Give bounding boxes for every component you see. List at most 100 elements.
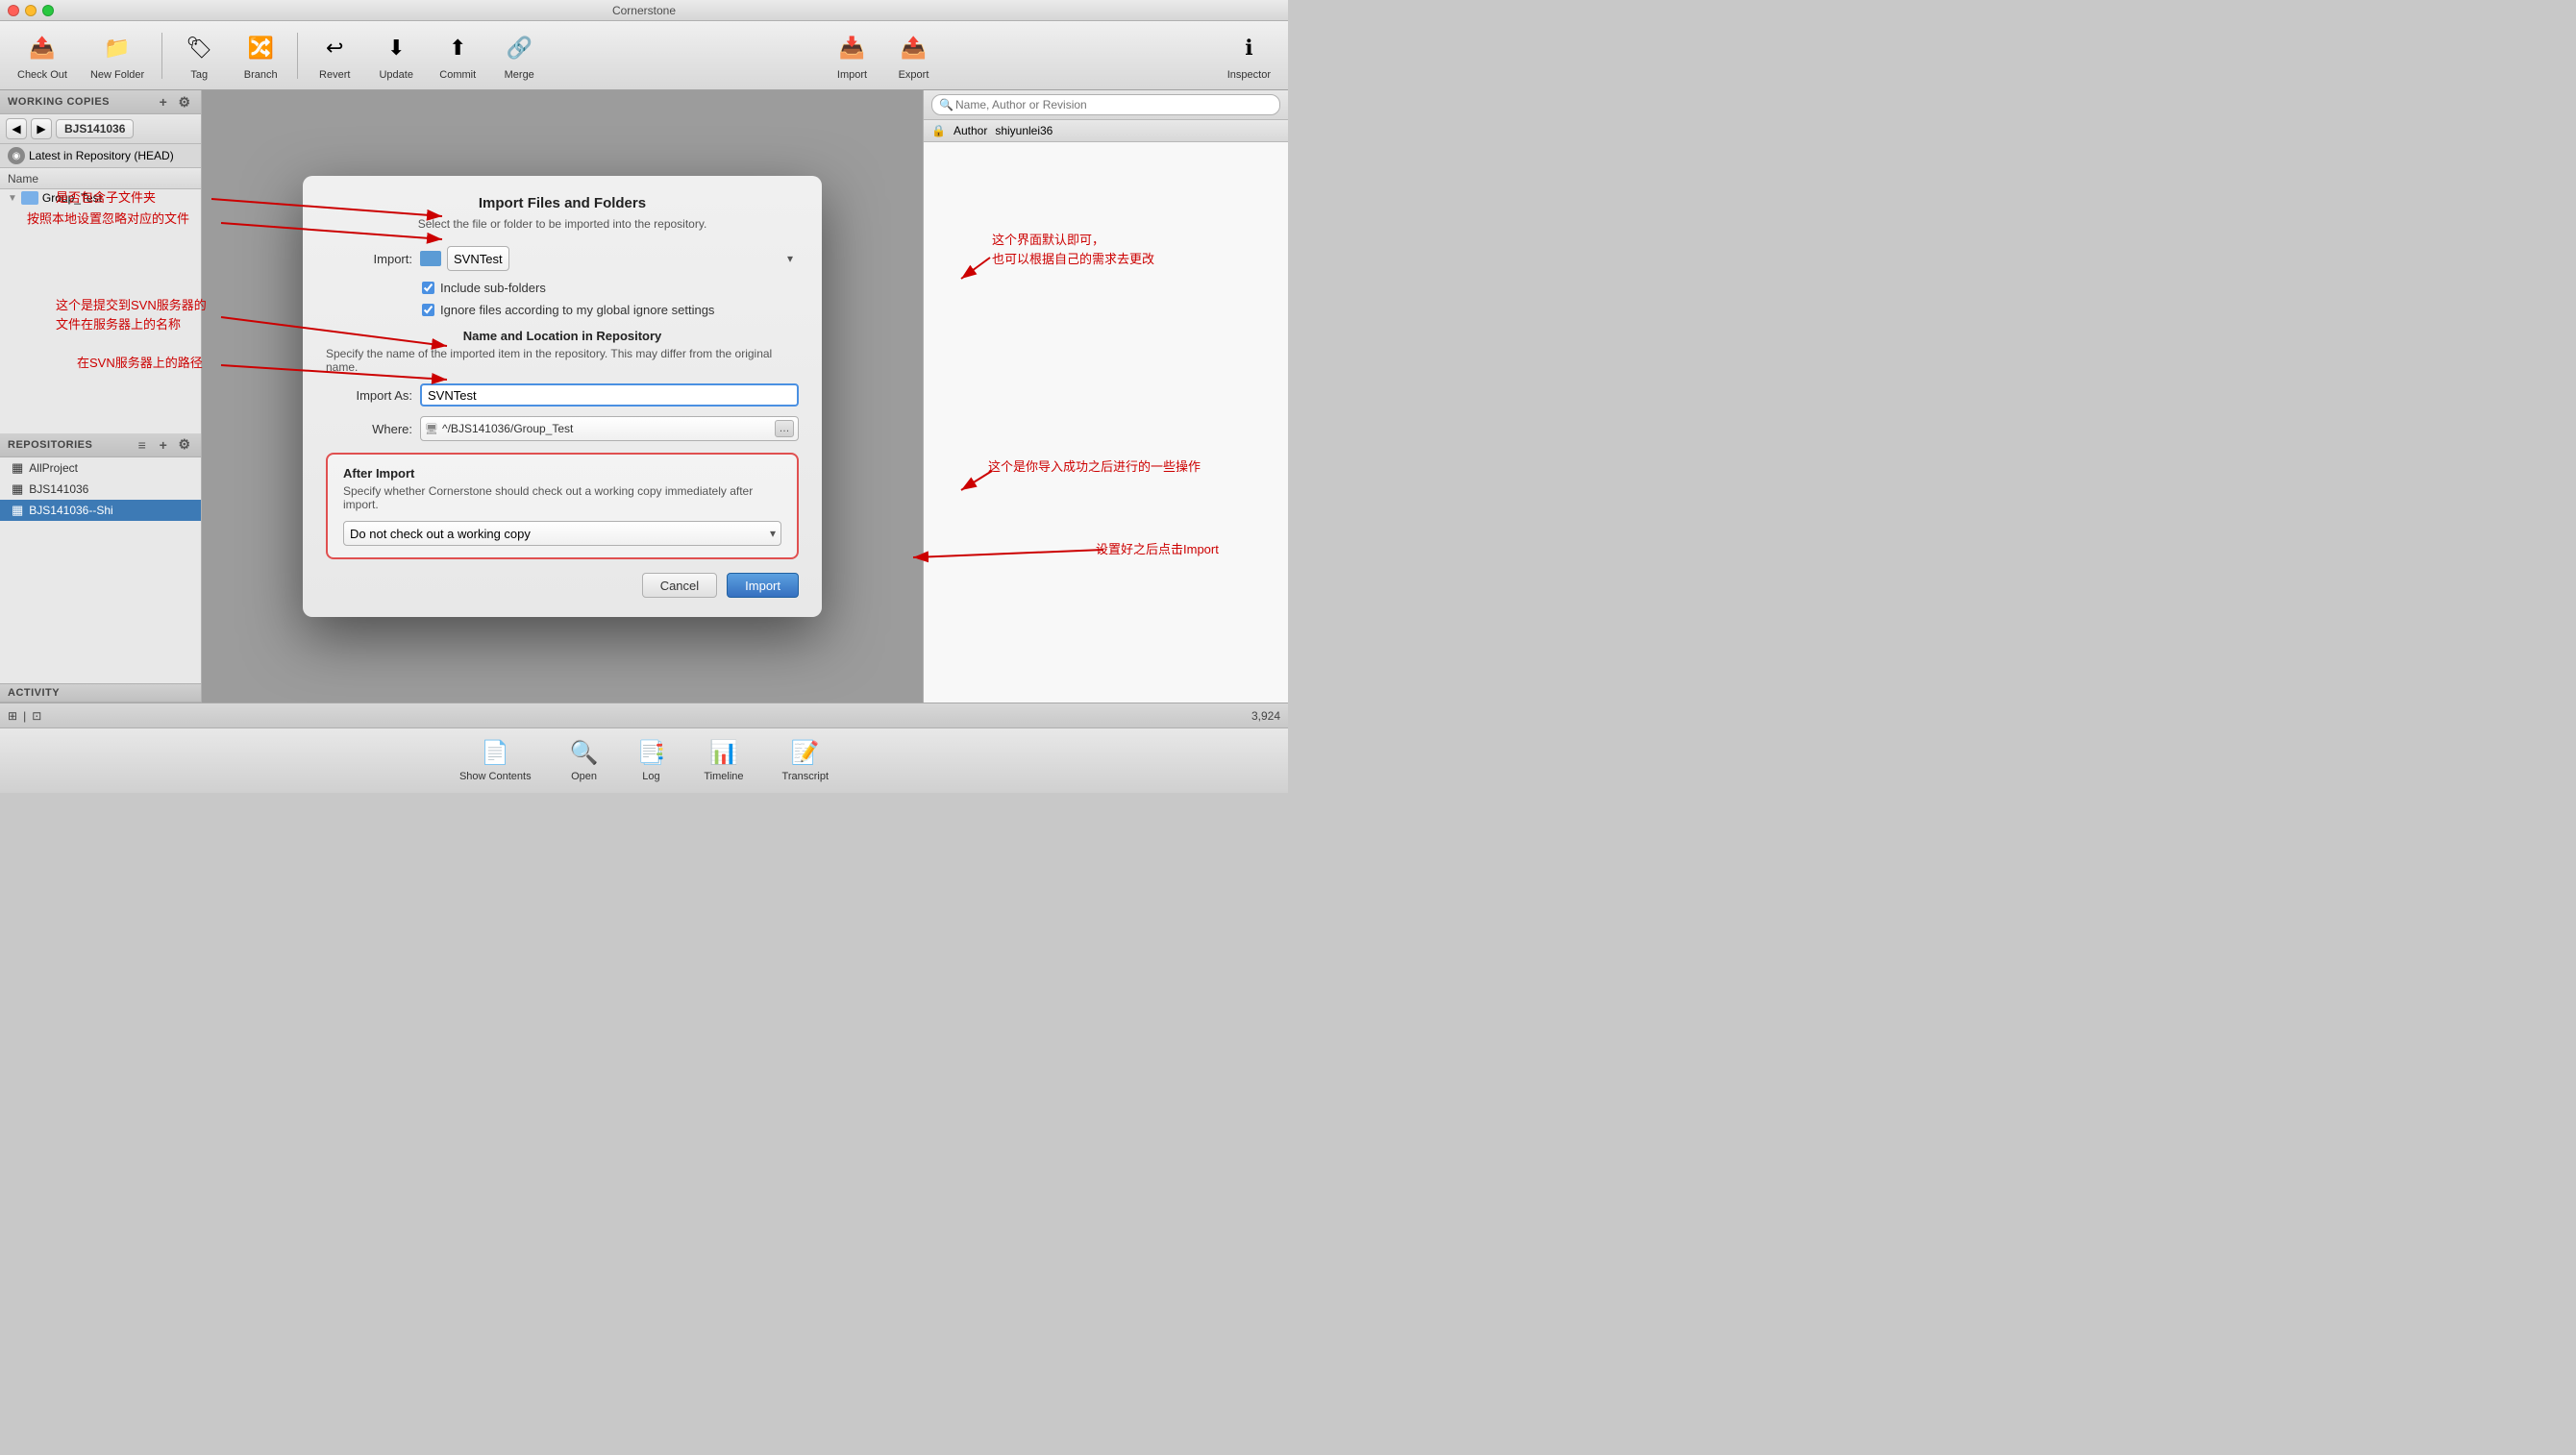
where-field: 🖥 ^/BJS141036/Group_Test … [420, 416, 799, 441]
activity-label: ACTIVITY [8, 687, 60, 699]
show-contents-label: Show Contents [459, 771, 532, 782]
working-copy-settings-button[interactable]: ⚙ [176, 93, 193, 111]
tag-button[interactable]: 🏷 Tag [170, 27, 228, 85]
repositories-label: REPOSITORIES [8, 439, 92, 451]
latest-label: Latest in Repository (HEAD) [29, 149, 174, 162]
status-expand-icon[interactable]: ⊞ [8, 709, 17, 723]
folder-icon-small [420, 251, 441, 266]
merge-icon: 🔗 [502, 31, 536, 65]
author-label: Author [954, 124, 987, 137]
include-subfolders-checkbox[interactable] [422, 282, 434, 294]
ignore-files-checkbox[interactable] [422, 304, 434, 316]
file-column-header: Name [0, 168, 201, 189]
import-as-input[interactable] [420, 383, 799, 407]
window-controls[interactable] [8, 5, 54, 16]
status-count-value: 3,924 [1251, 709, 1280, 723]
repo-settings-button[interactable]: ⚙ [176, 436, 193, 454]
navigation-bar: ◀ ▶ BJS141036 [0, 114, 201, 144]
newfolder-label: New Folder [90, 69, 144, 81]
commit-label: Commit [439, 69, 476, 81]
folder-icon [21, 191, 38, 205]
minimize-button[interactable] [25, 5, 37, 16]
open-label: Open [571, 771, 597, 782]
inspector-button[interactable]: ℹ Inspector [1218, 27, 1280, 85]
after-import-select[interactable]: Do not check out a working copy [343, 521, 781, 546]
commit-button[interactable]: ⬆ Commit [429, 27, 486, 85]
where-row: Where: 🖥 ^/BJS141036/Group_Test … [326, 416, 799, 441]
import-as-field [420, 383, 799, 407]
checkout-label: Check Out [17, 69, 67, 81]
back-button[interactable]: ◀ [6, 118, 27, 139]
search-input[interactable] [931, 94, 1280, 115]
update-label: Update [379, 69, 412, 81]
repo-item-allproject[interactable]: ▦ AllProject [0, 457, 201, 479]
tree-item-group-test[interactable]: ▼ Group_Test [0, 189, 201, 207]
import-as-row: Import As: [326, 383, 799, 407]
activity-header: ACTIVITY [0, 683, 201, 703]
merge-button[interactable]: 🔗 Merge [490, 27, 548, 85]
cancel-button[interactable]: Cancel [642, 573, 717, 598]
status-count: 3,924 [1251, 709, 1280, 723]
after-import-box: After Import Specify whether Cornerstone… [326, 453, 799, 559]
export-button[interactable]: 📤 Export [884, 27, 942, 85]
revert-button[interactable]: ↩ Revert [306, 27, 363, 85]
after-import-sub: Specify whether Cornerstone should check… [343, 484, 781, 511]
log-button[interactable]: 📑 Log [636, 739, 665, 782]
repo-icon-bjs141036: ▦ [12, 481, 23, 497]
checkout-button[interactable]: 📤 Check Out [8, 27, 77, 85]
add-working-copy-button[interactable]: + [155, 93, 172, 111]
add-repo-button[interactable]: + [155, 436, 172, 454]
main-layout: WORKING COPIES + ⚙ ◀ ▶ BJS141036 ◉ Lates… [0, 90, 1288, 703]
toolbar-separator-2 [297, 33, 298, 79]
open-button[interactable]: 🔍 Open [570, 739, 599, 782]
repo-name-bjs141036-shi: BJS141036--Shi [29, 504, 112, 517]
update-button[interactable]: ⬇ Update [367, 27, 425, 85]
ignore-files-row: Ignore files according to my global igno… [422, 303, 799, 317]
sidebar: WORKING COPIES + ⚙ ◀ ▶ BJS141036 ◉ Lates… [0, 90, 202, 703]
branch-icon: 🔀 [243, 31, 278, 65]
modal-subtitle: Select the file or folder to be imported… [326, 217, 799, 231]
import-label: Import [837, 69, 867, 81]
where-browse-button[interactable]: … [775, 420, 794, 437]
latest-repo-bar[interactable]: ◉ Latest in Repository (HEAD) [0, 144, 201, 168]
import-modal: Import Files and Folders Select the file… [303, 176, 822, 617]
import-select[interactable]: SVNTest [447, 246, 509, 271]
repo-name-allproject: AllProject [29, 461, 78, 475]
transcript-button[interactable]: 📝 Transcript [782, 739, 830, 782]
branch-button[interactable]: 🔀 Branch [232, 27, 289, 85]
after-import-title: After Import [343, 466, 781, 481]
repo-item-bjs141036-shi[interactable]: ▦ BJS141036--Shi [0, 500, 201, 521]
transcript-icon: 📝 [791, 739, 820, 767]
commit-icon: ⬆ [440, 31, 475, 65]
name-location-title: Name and Location in Repository [326, 329, 799, 343]
status-icon2[interactable]: ⊡ [32, 709, 41, 723]
import-button[interactable]: 📥 Import [823, 27, 880, 85]
newfolder-button[interactable]: 📁 New Folder [81, 27, 154, 85]
title-bar: Cornerstone [0, 0, 1288, 21]
timeline-button[interactable]: 📊 Timeline [704, 739, 743, 782]
where-label: Where: [326, 422, 412, 436]
search-wrapper: 🔍 [931, 94, 1280, 115]
forward-button[interactable]: ▶ [31, 118, 52, 139]
close-button[interactable] [8, 5, 19, 16]
export-label: Export [899, 69, 929, 81]
modal-buttons: Cancel Import [326, 573, 799, 598]
tag-label: Tag [190, 69, 208, 81]
import-confirm-button[interactable]: Import [727, 573, 799, 598]
modal-title: Import Files and Folders [326, 195, 799, 211]
maximize-button[interactable] [42, 5, 54, 16]
repo-name-bjs141036: BJS141036 [29, 482, 88, 496]
repo-item-bjs141036[interactable]: ▦ BJS141036 [0, 479, 201, 500]
import-row: Import: SVNTest [326, 246, 799, 271]
show-contents-button[interactable]: 📄 Show Contents [459, 739, 532, 782]
log-label: Log [642, 771, 659, 782]
export-icon: 📤 [896, 31, 930, 65]
import-field: SVNTest [420, 246, 799, 271]
working-copies-actions: + ⚙ [155, 93, 193, 111]
repos-list-button[interactable]: ≡ [134, 436, 151, 454]
window-title: Cornerstone [612, 4, 676, 17]
inspector-label: Inspector [1227, 69, 1271, 81]
path-prefix-icon: 🖥 [425, 423, 438, 435]
repositories-list: ▦ AllProject ▦ BJS141036 ▦ BJS141036--Sh… [0, 457, 201, 684]
latest-icon: ◉ [8, 147, 25, 164]
